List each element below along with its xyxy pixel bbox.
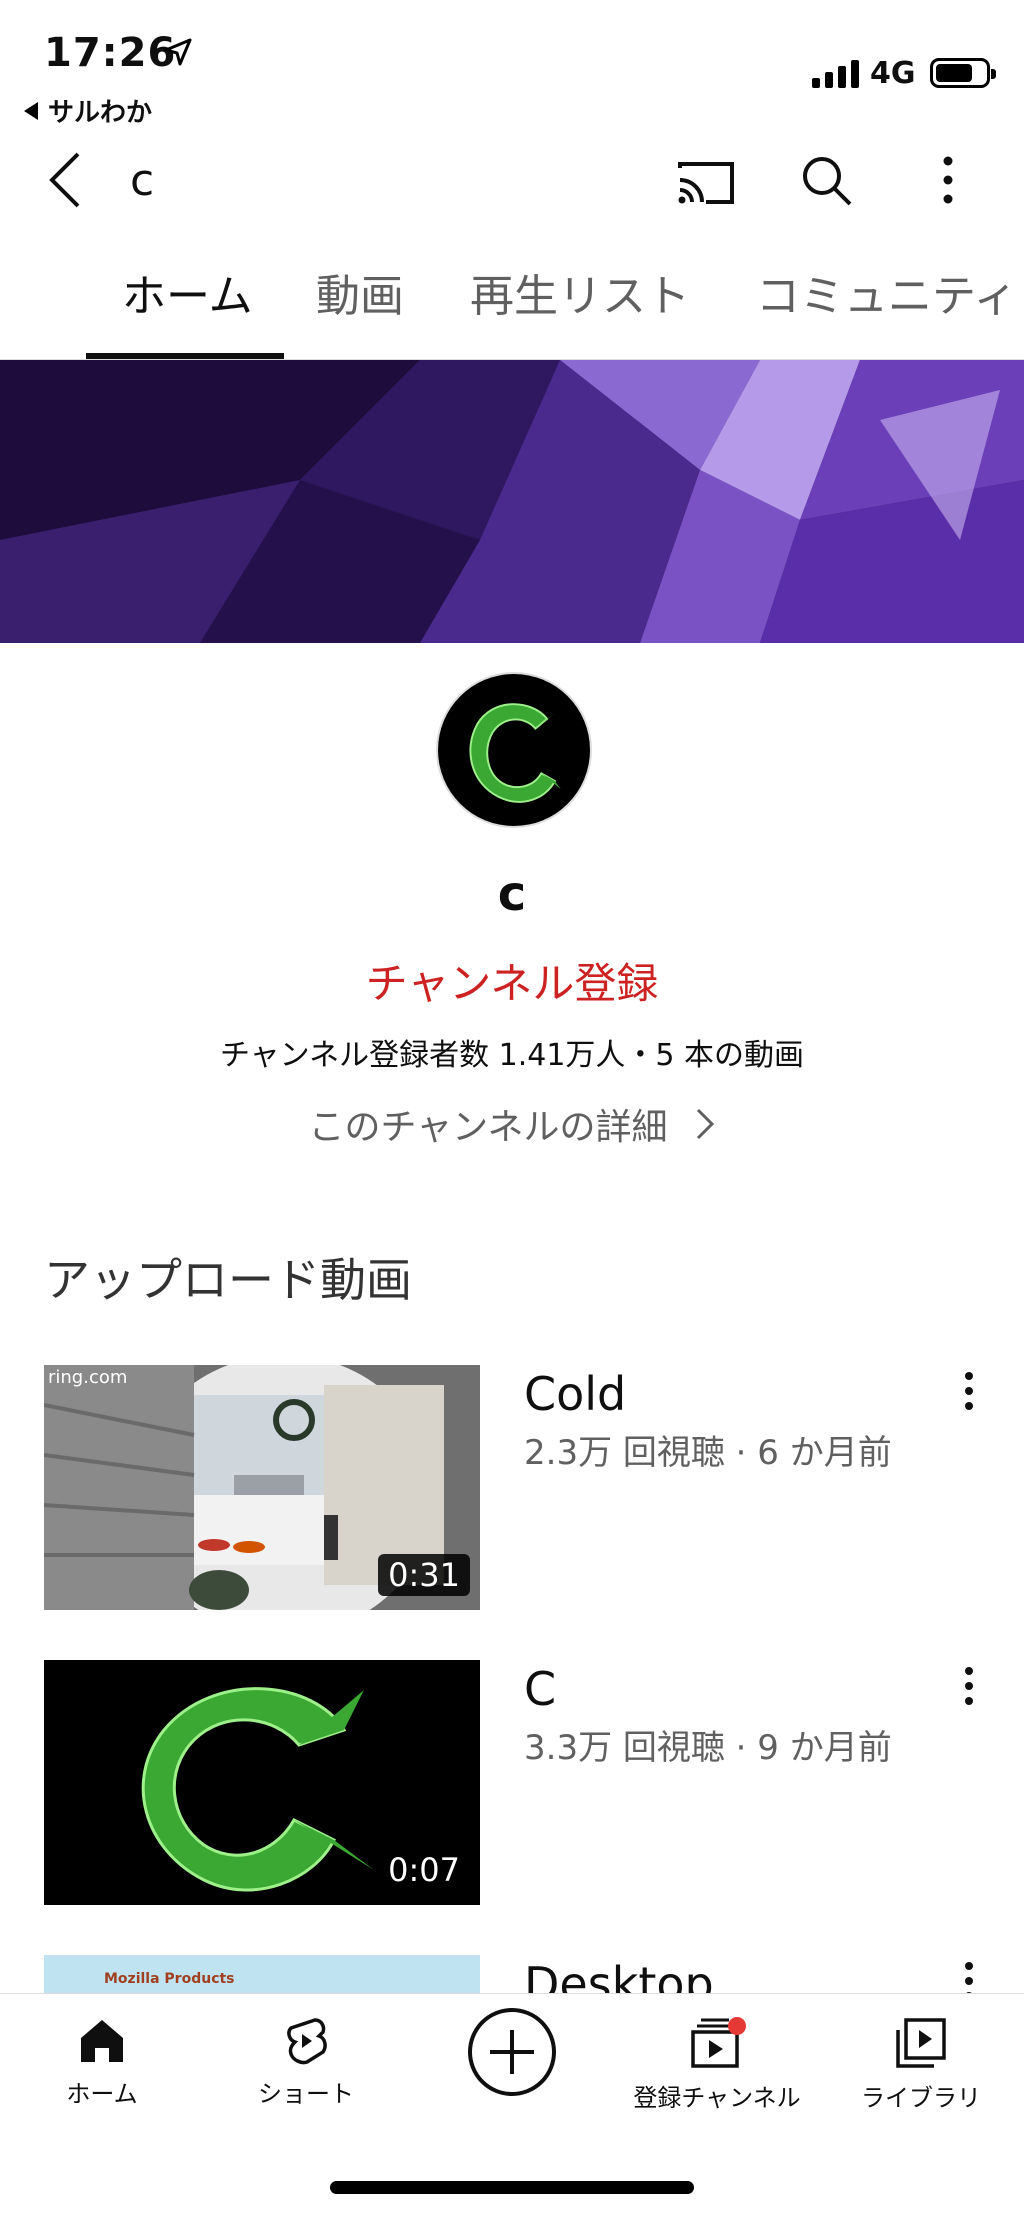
tab-playlists[interactable]: 再生リスト	[470, 262, 690, 360]
nav-subscriptions[interactable]: 登録チャンネル	[622, 1994, 812, 2113]
channel-tabs: ホーム 動画 再生リスト コミュニティ	[0, 262, 1024, 360]
video-meta: 3.3万 回視聴 · 9 か月前	[524, 1728, 892, 1768]
back-to-app[interactable]: サルわか	[24, 92, 152, 129]
home-indicator	[330, 2181, 694, 2194]
shorts-icon	[287, 2018, 327, 2065]
video-thumbnail[interactable]: 0:07	[44, 1660, 480, 1905]
video-item[interactable]: Mozilla Products Desktop	[0, 1955, 1024, 1995]
video-thumbnail[interactable]: ring.com 0:31	[44, 1365, 480, 1610]
library-icon	[896, 2018, 946, 2068]
tab-videos[interactable]: 動画	[316, 262, 404, 360]
video-duration: 0:07	[378, 1849, 470, 1891]
channel-banner	[0, 360, 1024, 643]
details-label: このチャンネルの詳細	[308, 1107, 668, 1148]
thumbnail-caption: Mozilla Products	[104, 1971, 235, 1987]
back-triangle-icon	[24, 101, 38, 120]
nav-subscriptions-label: 登録チャンネル	[633, 2084, 801, 2112]
channel-details-link[interactable]: このチャンネルの詳細	[0, 1098, 1024, 1150]
nav-shorts-label: ショート	[258, 2080, 354, 2108]
video-thumbnail[interactable]: Mozilla Products	[44, 1955, 480, 1995]
cast-icon[interactable]	[676, 158, 736, 208]
channel-name: c	[497, 866, 527, 922]
channel-avatar[interactable]	[436, 672, 592, 828]
signal-icon	[812, 58, 859, 88]
subscriptions-icon	[691, 2017, 746, 2068]
tab-community[interactable]: コミュニティ	[756, 262, 1017, 360]
video-more-icon[interactable]	[962, 1961, 976, 1995]
nav-create[interactable]	[462, 1994, 562, 2106]
chevron-right-icon	[697, 1108, 715, 1140]
video-meta: 2.3万 回視聴 · 6 か月前	[524, 1433, 892, 1473]
nav-home[interactable]: ホーム	[42, 1994, 162, 2109]
nav-home-label: ホーム	[66, 2080, 138, 2108]
page-title: c	[130, 155, 155, 206]
back-app-label: サルわか	[48, 98, 153, 128]
video-title[interactable]: Cold	[524, 1367, 626, 1421]
video-duration: 0:31	[378, 1554, 470, 1596]
back-arrow-icon[interactable]	[46, 150, 86, 210]
video-item[interactable]: 0:07 C 3.3万 回視聴 · 9 か月前	[0, 1660, 1024, 1910]
uploads-section-title: アップロード動画	[44, 1253, 412, 1307]
nav-library[interactable]: ライブラリ	[856, 1994, 986, 2113]
video-item[interactable]: ring.com 0:31 Cold 2.3万 回視聴 · 6 か月前	[0, 1365, 1024, 1615]
network-type: 4G	[870, 56, 916, 91]
home-icon	[81, 2020, 123, 2062]
channel-stats: チャンネル登録者数 1.41万人・5 本の動画	[219, 1038, 805, 1073]
subscribe-button[interactable]: チャンネル登録	[0, 950, 1024, 1011]
more-options-icon[interactable]	[936, 155, 960, 205]
tab-home[interactable]: ホーム	[122, 262, 253, 360]
battery-icon	[930, 58, 996, 88]
video-title[interactable]: C	[524, 1662, 556, 1716]
video-more-icon[interactable]	[962, 1666, 976, 1706]
nav-library-label: ライブラリ	[861, 2084, 981, 2112]
location-arrow-icon	[164, 38, 192, 66]
status-time: 17:26	[44, 30, 177, 76]
video-title[interactable]: Desktop	[524, 1957, 714, 1995]
create-icon	[468, 2008, 556, 2096]
video-more-icon[interactable]	[962, 1371, 976, 1411]
search-icon[interactable]	[800, 154, 854, 208]
nav-shorts[interactable]: ショート	[246, 1994, 366, 2109]
thumbnail-watermark: ring.com	[48, 1367, 128, 1388]
